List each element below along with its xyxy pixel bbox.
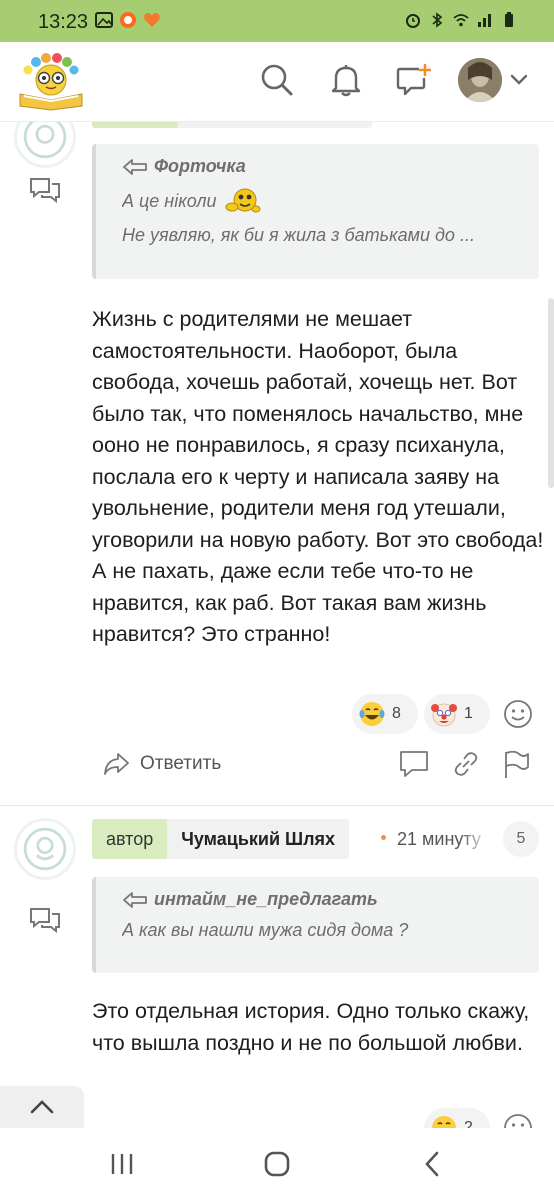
chevron-up-icon <box>30 1100 54 1114</box>
quote-text: А це ніколи <box>122 190 217 211</box>
status-time: 13:23 <box>38 11 89 33</box>
gallery-icon <box>95 12 113 28</box>
add-reaction-icon[interactable] <box>502 698 534 730</box>
quote-line: А це ніколи <box>122 187 519 215</box>
reaction-laughing[interactable]: 2 <box>424 1108 490 1128</box>
reply-arrow-icon <box>123 158 147 175</box>
recent-apps-button[interactable] <box>104 1146 140 1182</box>
previous-author-tag <box>92 122 372 128</box>
quote-reply-icon[interactable] <box>28 906 62 936</box>
battery-icon <box>505 12 513 27</box>
default-avatar-icon <box>23 827 67 871</box>
report-flag-icon[interactable] <box>500 748 532 780</box>
author-avatar[interactable] <box>14 818 76 880</box>
back-icon <box>425 1151 439 1177</box>
laughing-tears-emoji-icon <box>432 1116 456 1128</box>
reaction-count: 2 <box>464 1119 473 1128</box>
reaction-laughing[interactable]: 8 <box>352 694 418 734</box>
status-bar: 13:23 <box>0 0 554 42</box>
quote-author-name: интайм_не_предлагать <box>154 889 378 909</box>
clown-emoji-icon <box>431 703 457 727</box>
chevron-down-icon[interactable] <box>508 68 530 90</box>
quote-author[interactable]: Форточка <box>122 156 519 177</box>
back-button[interactable] <box>414 1146 450 1182</box>
bluetooth-icon <box>432 12 443 28</box>
reply-label: Ответить <box>140 753 222 774</box>
forum-logo[interactable] <box>16 50 86 112</box>
reaction-clown[interactable]: 1 <box>424 694 490 734</box>
reaction-count: 1 <box>464 705 473 722</box>
post-divider <box>0 805 554 806</box>
smiley-emoji-icon <box>225 188 260 213</box>
new-message-button[interactable] <box>391 58 435 102</box>
home-icon <box>264 1151 290 1177</box>
app-header <box>0 42 554 122</box>
bell-icon <box>331 65 361 97</box>
post-body: Жизнь с родителями не мешает самостоятел… <box>92 307 544 646</box>
status-notification-icons <box>95 11 161 29</box>
user-avatar-image <box>458 58 502 102</box>
separator-dot <box>381 835 386 840</box>
app-notification-icon <box>120 12 136 28</box>
notifications-button[interactable] <box>324 58 368 102</box>
quote-line: А как вы нашли мужа сидя дома ? <box>122 920 409 940</box>
search-icon <box>261 64 293 96</box>
thread-content: Форточка А це ніколи Не уявляю, як би я … <box>0 122 554 1128</box>
time-fade <box>460 828 490 854</box>
scrollbar[interactable] <box>548 298 554 488</box>
comment-icon[interactable] <box>398 748 430 780</box>
wifi-icon <box>453 14 469 27</box>
user-avatar-placeholder[interactable] <box>14 122 76 168</box>
reply-arrow-icon <box>123 891 147 908</box>
system-nav-bar <box>0 1128 554 1200</box>
scroll-to-top-button[interactable] <box>0 1086 84 1128</box>
home-button[interactable] <box>259 1146 295 1182</box>
search-button[interactable] <box>255 58 299 102</box>
quote-author-name: Форточка <box>154 156 246 176</box>
quote-reply-icon[interactable] <box>28 176 62 206</box>
post-number[interactable]: 5 <box>503 821 539 857</box>
reply-icon <box>104 753 129 775</box>
quote-block[interactable]: Форточка А це ніколи Не уявляю, як би я … <box>92 144 539 279</box>
default-avatar-icon <box>23 122 67 159</box>
laughing-tears-emoji-icon <box>359 702 385 726</box>
reply-button[interactable]: Ответить <box>102 750 221 778</box>
quote-author[interactable]: интайм_не_предлагать <box>122 889 519 910</box>
status-system-icons <box>404 11 518 29</box>
author-name[interactable]: Чумацький Шлях <box>167 819 350 859</box>
quote-line-2: Не уявляю, як би я жила з батьками до ..… <box>122 225 475 245</box>
author-tag[interactable]: автор Чумацький Шлях <box>92 819 350 859</box>
link-icon[interactable] <box>450 748 482 780</box>
reaction-count: 8 <box>392 705 401 722</box>
new-message-icon <box>396 63 431 96</box>
quote-block[interactable]: интайм_не_предлагать А как вы нашли мужа… <box>92 877 539 973</box>
add-reaction-icon[interactable] <box>502 1112 534 1128</box>
post-body: Это отдельная история. Одно только скажу… <box>92 999 530 1055</box>
alarm-icon <box>406 14 420 28</box>
author-role-badge: автор <box>92 819 168 859</box>
recent-apps-icon <box>111 1154 133 1174</box>
signal-icon <box>478 14 491 27</box>
user-avatar[interactable] <box>458 58 502 102</box>
heart-notification-icon <box>144 13 160 27</box>
